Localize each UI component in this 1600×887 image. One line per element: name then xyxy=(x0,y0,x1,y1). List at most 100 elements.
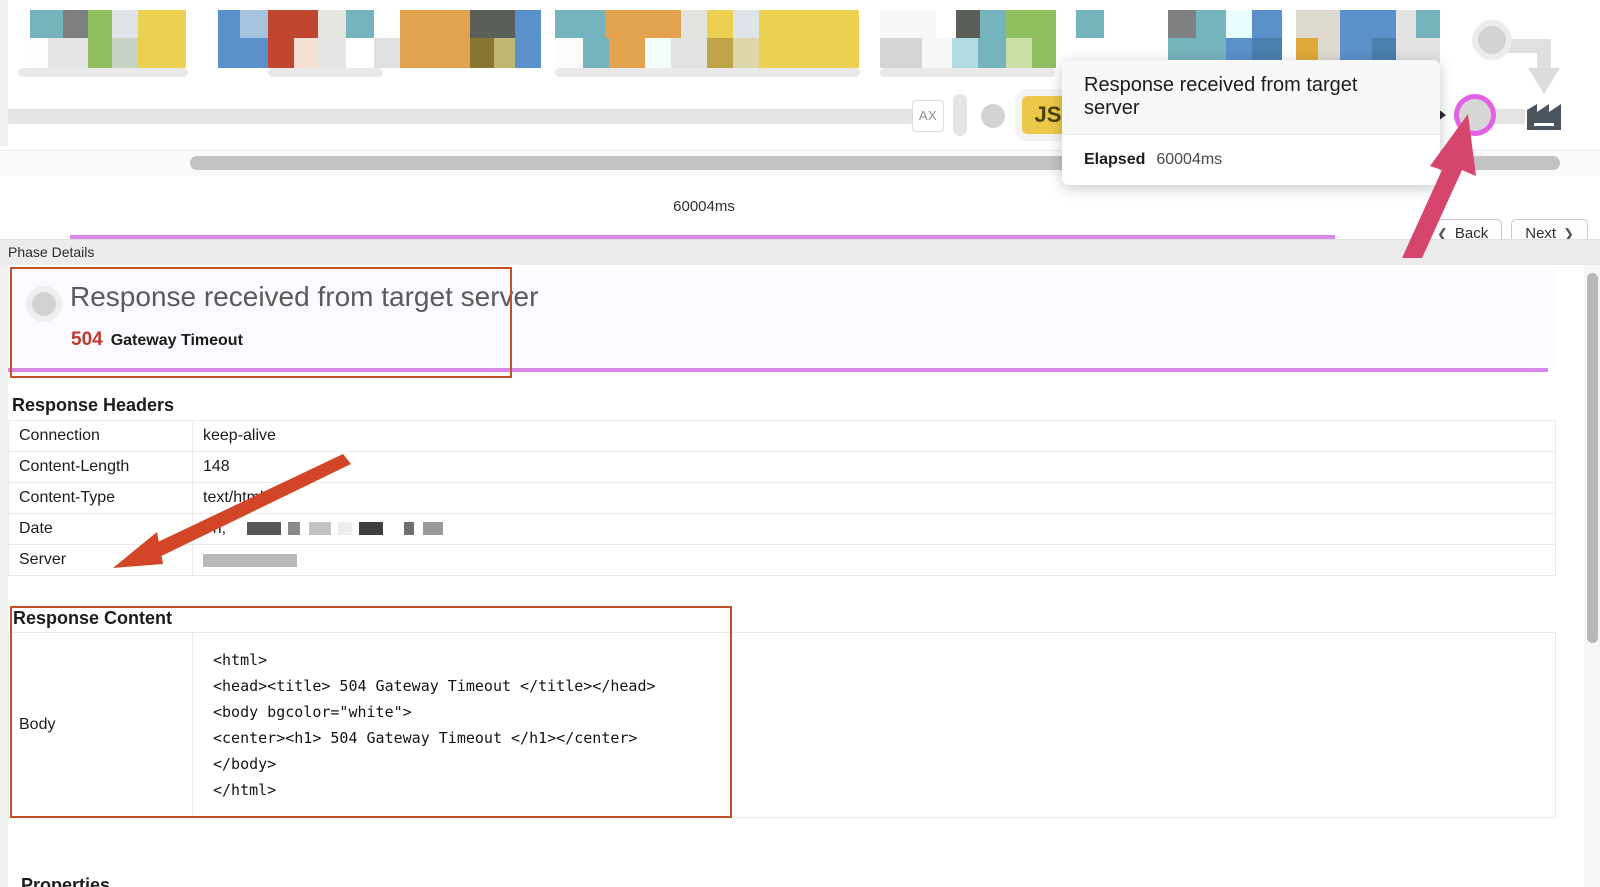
flow-rail-right xyxy=(1491,109,1525,124)
trace-node-tile xyxy=(609,38,645,68)
trace-node-tile xyxy=(759,38,859,68)
trace-node-thumbnail xyxy=(555,10,860,68)
detail-left-gutter xyxy=(0,265,8,887)
detail-vertical-scrollbar[interactable] xyxy=(1584,265,1600,887)
trace-node-tile xyxy=(515,10,541,38)
header-key: Content-Length xyxy=(8,451,193,483)
trace-node[interactable] xyxy=(880,10,1056,68)
trace-node-tile xyxy=(88,10,112,38)
redaction-block xyxy=(422,522,443,536)
trace-node-thumbnail xyxy=(218,10,520,68)
target-node-marker[interactable] xyxy=(1459,99,1491,131)
trace-node-tile xyxy=(555,10,605,38)
header-key: Connection xyxy=(8,420,193,452)
trace-node-tile xyxy=(922,38,952,68)
detail-scroll-thumb[interactable] xyxy=(1587,273,1598,643)
response-headers-table: Connection keep-alive Content-Length 148 C… xyxy=(8,420,1556,577)
redaction-block xyxy=(287,522,300,536)
redaction-block xyxy=(246,522,281,536)
status-text: Gateway Timeout xyxy=(110,332,243,349)
trace-node-tile xyxy=(400,38,470,68)
trace-node-tile xyxy=(1006,10,1056,38)
trace-node-tile xyxy=(1006,38,1032,68)
trace-node-tile xyxy=(671,38,707,68)
trace-node-tile xyxy=(470,38,494,68)
phase-status-dot-icon xyxy=(32,292,56,316)
trace-node[interactable] xyxy=(515,10,541,68)
trace-node-tile xyxy=(1282,10,1296,38)
timeline-elapsed-label: 60004ms xyxy=(673,198,735,215)
trace-node-tile xyxy=(880,38,922,68)
status-line: 504 Gateway Timeout xyxy=(71,329,243,351)
phase-card-underline xyxy=(8,368,1548,372)
trace-node-tile xyxy=(978,38,1006,68)
tooltip-title: Response received from target server xyxy=(1062,60,1440,135)
trace-node-tile xyxy=(30,38,48,68)
trace-node-tile xyxy=(48,38,88,68)
trace-node-tile xyxy=(936,10,956,38)
timeline-zone: 60004ms ❮ Back Next ❯ xyxy=(0,176,1600,248)
redaction-block xyxy=(403,522,414,536)
trace-node-tile xyxy=(374,38,400,68)
phase-summary-card: Response received from target server 504… xyxy=(8,270,1556,368)
flow-step-dot[interactable] xyxy=(981,104,1005,128)
trace-node-tile xyxy=(681,10,707,38)
trace-node-tile xyxy=(63,10,88,38)
trace-tooltip: Response received from target server Ela… xyxy=(1062,60,1440,185)
trace-node-tile xyxy=(733,10,759,38)
redaction-block xyxy=(337,522,352,536)
trace-node-tile xyxy=(112,38,138,68)
trace-node-tile xyxy=(1252,10,1282,38)
tooltip-elapsed-label: Elapsed xyxy=(1084,151,1146,168)
trace-node-tile xyxy=(112,10,138,38)
trace-node-tile xyxy=(30,10,63,38)
header-key: Server xyxy=(8,544,193,577)
table-row: Content-Length 148 xyxy=(8,451,1556,483)
trace-node-tile xyxy=(346,38,374,68)
trace-node-tile xyxy=(1226,10,1252,38)
trace-node-tile xyxy=(1416,10,1440,38)
flow-divider-bar xyxy=(953,94,967,136)
trace-node-tile xyxy=(268,38,294,68)
trace-node-tile xyxy=(88,38,112,68)
trace-node-tile xyxy=(218,10,240,38)
flow-rail-left xyxy=(8,109,912,124)
trace-node-tile xyxy=(374,10,400,38)
trace-node-tile xyxy=(1396,10,1416,38)
trace-node-tile xyxy=(880,10,936,38)
trace-node[interactable] xyxy=(30,10,186,68)
header-value: 148 xyxy=(192,451,1556,483)
header-value: Fri, xyxy=(192,512,1556,546)
redacted-value xyxy=(231,520,446,538)
tooltip-body: Elapsed 60004ms xyxy=(1062,135,1440,185)
trace-node-tile xyxy=(138,10,186,38)
table-row: Body <html> <head><title> 504 Gateway Ti… xyxy=(8,632,1556,818)
trace-node-tile xyxy=(346,10,374,38)
trace-node-tile xyxy=(1340,10,1396,38)
trace-node-thumbnail xyxy=(30,10,186,68)
trace-node[interactable] xyxy=(218,10,520,68)
response-headers-body: Connection keep-alive Content-Length 148 C… xyxy=(8,420,1556,577)
trace-node-tile xyxy=(733,38,759,68)
factory-icon xyxy=(1527,104,1561,130)
trace-node-tile xyxy=(1076,10,1104,38)
body-value-cell: <html> <head><title> 504 Gateway Timeout… xyxy=(192,632,1556,818)
table-row: Date Fri, xyxy=(8,512,1556,546)
trace-node[interactable] xyxy=(555,10,860,68)
redaction-block xyxy=(203,553,297,567)
trace-node-tile xyxy=(645,10,681,38)
response-body-text: <html> <head><title> 504 Gateway Timeout… xyxy=(213,651,656,799)
trace-node-tile xyxy=(583,38,609,68)
phase-details-bar: Phase Details xyxy=(0,239,1600,267)
phase-details-scroll-area[interactable]: Response received from target server 504… xyxy=(0,265,1600,887)
trace-node-tile xyxy=(1296,10,1340,38)
trace-node-tile xyxy=(294,38,318,68)
trace-node-tile xyxy=(218,38,268,68)
ax-policy-chip[interactable]: AX xyxy=(912,100,944,132)
return-node-dot[interactable] xyxy=(1478,26,1506,54)
trace-node-thumbnail xyxy=(880,10,1056,68)
trace-node-tile xyxy=(980,10,1006,38)
trace-node-tile xyxy=(240,10,268,38)
trace-node-tile xyxy=(268,10,318,38)
trace-node-tile xyxy=(318,10,346,38)
